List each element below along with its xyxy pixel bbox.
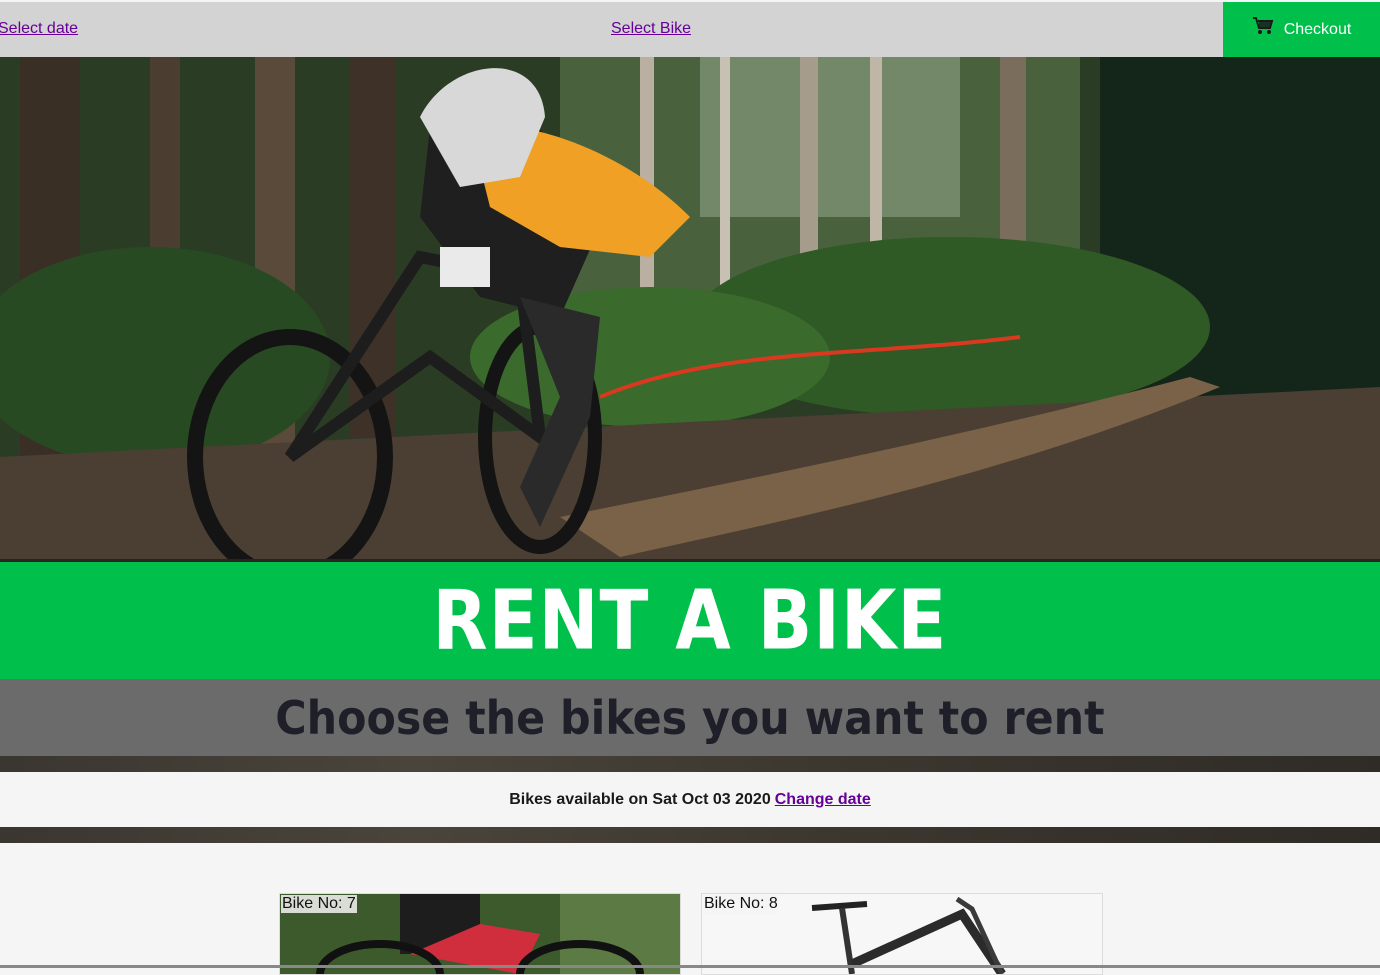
availability-text: Bikes available on Sat Oct 03 2020 xyxy=(509,790,771,808)
page-title: RENT A BIKE xyxy=(432,573,948,668)
hero-title-band: RENT A BIKE xyxy=(0,562,1380,679)
checkout-label: Checkout xyxy=(1283,20,1352,38)
hero-subtitle-band: Choose the bikes you want to rent xyxy=(0,679,1380,756)
page-subtitle: Choose the bikes you want to rent xyxy=(275,690,1105,745)
select-bike-link[interactable]: Select Bike xyxy=(611,20,691,38)
hero-photo xyxy=(0,57,1380,559)
availability-bar: Bikes available on Sat Oct 03 2020 Chang… xyxy=(0,772,1380,827)
bike-card[interactable]: Bike No: 7 xyxy=(279,893,681,975)
cart-icon xyxy=(1252,16,1274,36)
change-date-link[interactable]: Change date xyxy=(775,791,871,809)
select-date-link[interactable]: Select date xyxy=(0,20,78,38)
top-navigation: Select date Select Bike Checkout xyxy=(0,2,1380,57)
checkout-button[interactable]: Checkout xyxy=(1223,2,1380,57)
bike-list xyxy=(0,843,1380,968)
bike-card[interactable]: Bike No: 8 xyxy=(701,893,1103,975)
bike-number-label: Bike No: 7 xyxy=(281,895,357,913)
bike-number-label: Bike No: 8 xyxy=(703,895,779,913)
